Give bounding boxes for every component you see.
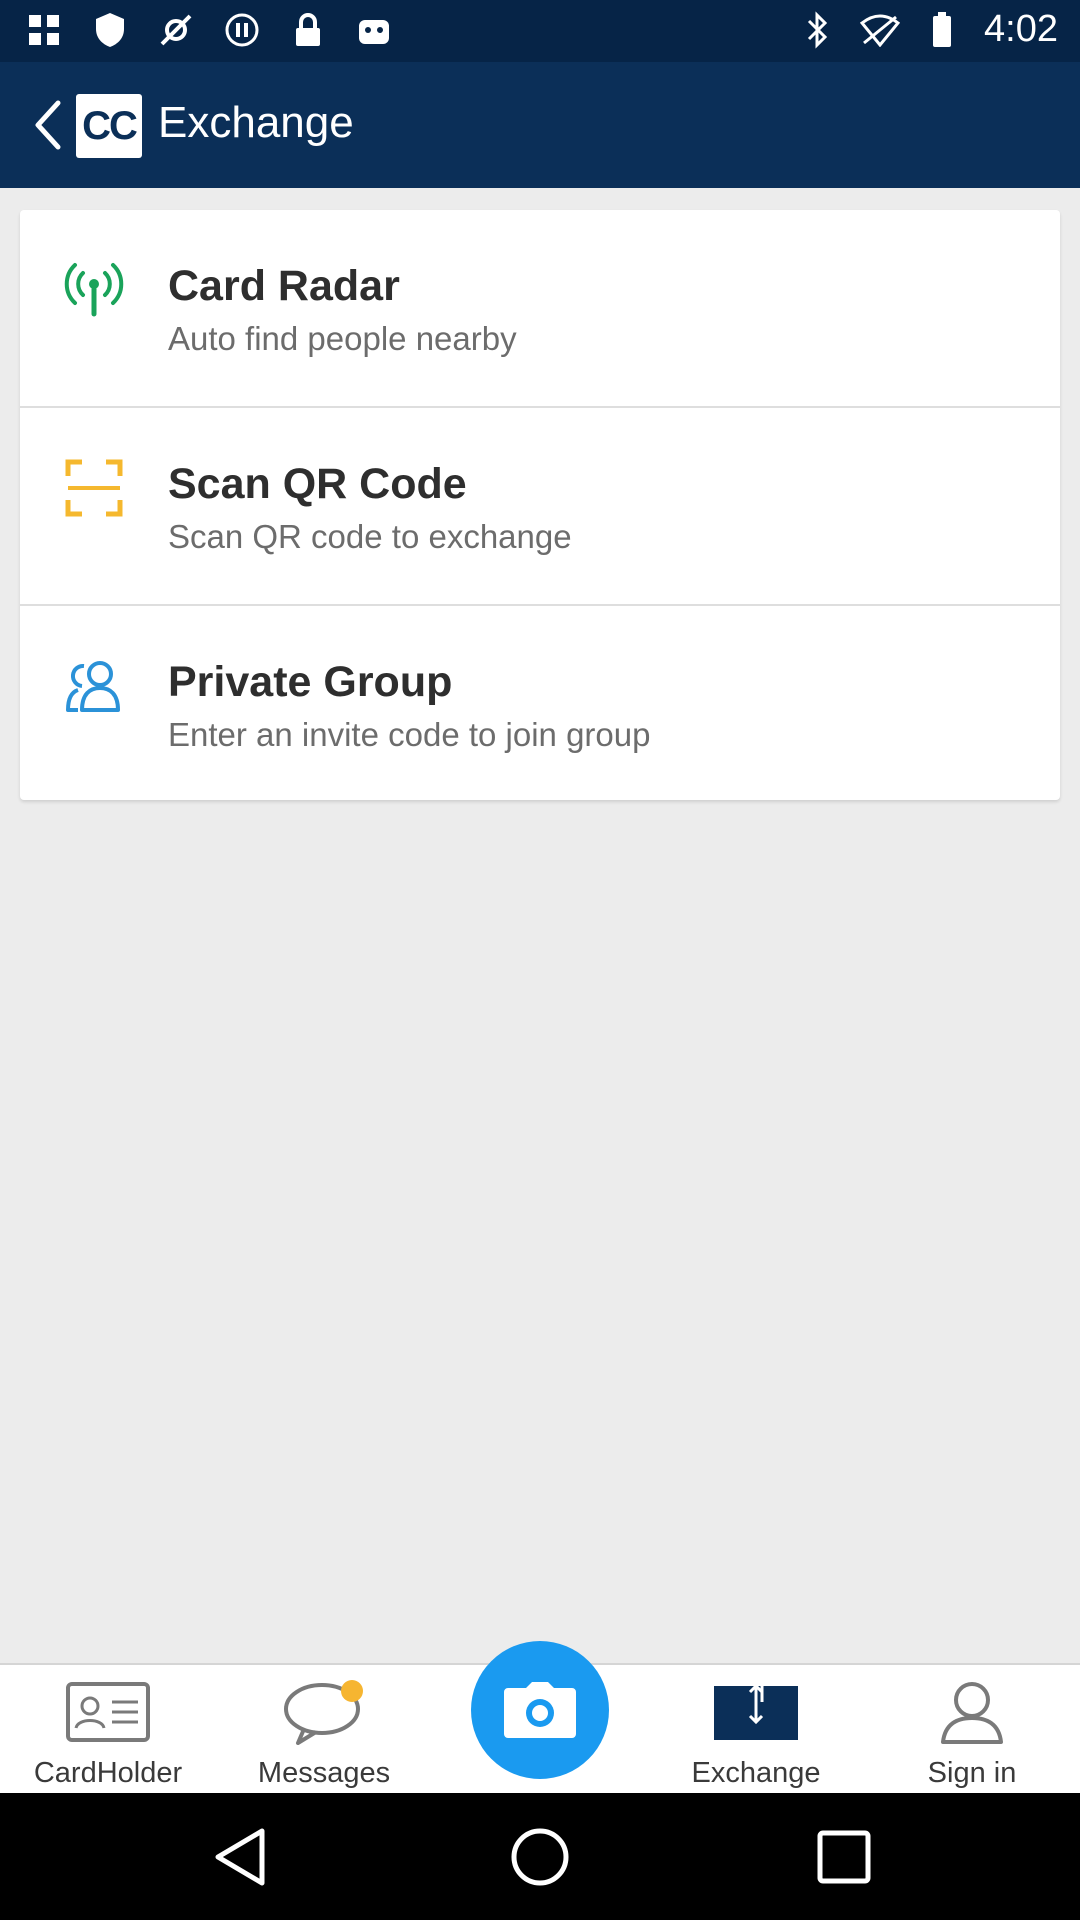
option-title: Card Radar [168,262,400,310]
option-card-radar[interactable]: Card Radar Auto find people nearby [20,210,1060,406]
option-private-group[interactable]: Private Group Enter an invite code to jo… [20,604,1060,800]
android-icon [354,10,394,50]
battery-icon [922,10,962,50]
nav-messages[interactable]: Messages [216,1665,432,1795]
system-nav-bar [0,1793,1080,1920]
back-arrow-icon [35,100,61,150]
square-recents-icon [817,1830,871,1884]
back-button[interactable] [18,95,78,155]
system-back-button[interactable] [206,1823,274,1891]
status-bar: 4:02 [0,0,1080,62]
option-subtitle: Scan QR code to exchange [168,518,572,555]
fake-gps-icon [156,10,196,50]
nav-cardholder[interactable]: CardHolder [0,1665,216,1795]
triangle-back-icon [215,1828,265,1886]
option-subtitle: Auto find people nearby [168,320,517,357]
bluetooth-icon [798,10,838,50]
group-icon [64,656,124,716]
camera-icon [504,1682,576,1738]
scan-frame-icon [64,458,124,518]
shield-icon [90,10,130,50]
app-bar: CC Exchange [0,62,1080,188]
radar-icon [64,260,124,320]
nav-label: Exchange [691,1757,821,1789]
app-logo: CC [76,94,142,158]
system-home-button[interactable] [506,1823,574,1891]
exchange-icon [714,1679,798,1745]
cardholder-icon [66,1679,150,1745]
chat-bubble-icon [282,1679,366,1745]
page-title: Exchange [158,98,354,147]
option-title: Private Group [168,658,453,706]
nav-exchange[interactable]: Exchange [648,1665,864,1795]
option-subtitle: Enter an invite code to join group [168,716,651,753]
circle-home-icon [511,1828,569,1886]
pause-icon [222,10,262,50]
option-title: Scan QR Code [168,460,467,508]
nav-sign-in[interactable]: Sign in [864,1665,1080,1795]
camera-button[interactable] [471,1641,609,1779]
wifi-off-icon [860,10,901,50]
photo-icon [24,10,64,50]
option-scan-qr-code[interactable]: Scan QR Code Scan QR code to exchange [20,406,1060,602]
nav-label: Messages [257,1757,391,1789]
lock-icon [288,10,328,50]
unread-badge [341,1680,363,1702]
nav-label: Sign in [927,1757,1017,1789]
exchange-options-card: Card Radar Auto find people nearby Scan … [20,210,1060,800]
system-recents-button[interactable] [810,1823,878,1891]
status-time: 4:02 [984,8,1058,50]
person-icon [930,1679,1014,1745]
nav-label: CardHolder [33,1757,183,1789]
